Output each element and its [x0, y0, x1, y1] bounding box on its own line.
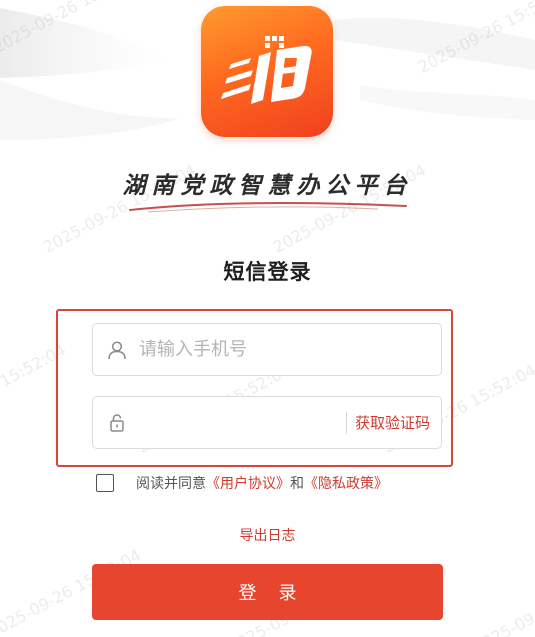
watermark-text: 2025-09-26 15:52:04: [470, 560, 535, 637]
code-input[interactable]: [139, 397, 339, 448]
phone-field[interactable]: [92, 323, 442, 376]
watermark-text: 2025-09-26 15:52:04: [415, 0, 535, 77]
code-divider: [346, 412, 347, 434]
agree-checkbox[interactable]: [96, 474, 114, 492]
watermark-text: 2025-09-26 15:52:04: [0, 340, 69, 437]
app-logo: [201, 6, 333, 137]
agree-prefix: 阅读并同意: [136, 476, 206, 492]
app-logo-icon: [221, 36, 312, 104]
user-icon: [108, 341, 126, 360]
agreement-text: 阅读并同意《用户协议》和《隐私政策》: [136, 473, 388, 495]
agree-and: 和: [290, 476, 304, 492]
title-underline: [129, 202, 407, 213]
get-code-button[interactable]: 获取验证码: [355, 412, 430, 434]
privacy-policy-link[interactable]: 《隐私政策》: [304, 476, 388, 492]
watermark-text: 2025-09-26 15:52:04: [0, 0, 149, 57]
user-agreement-link[interactable]: 《用户协议》: [206, 476, 290, 492]
lock-icon: [110, 414, 124, 432]
page-heading: 短信登录: [223, 260, 312, 284]
export-log-link[interactable]: 导出日志: [0, 525, 535, 545]
phone-input[interactable]: [139, 324, 429, 375]
code-field[interactable]: 获取验证码: [92, 396, 442, 449]
app-title: 湖南党政智慧办公平台: [122, 172, 413, 199]
login-button[interactable]: 登录: [92, 564, 443, 620]
